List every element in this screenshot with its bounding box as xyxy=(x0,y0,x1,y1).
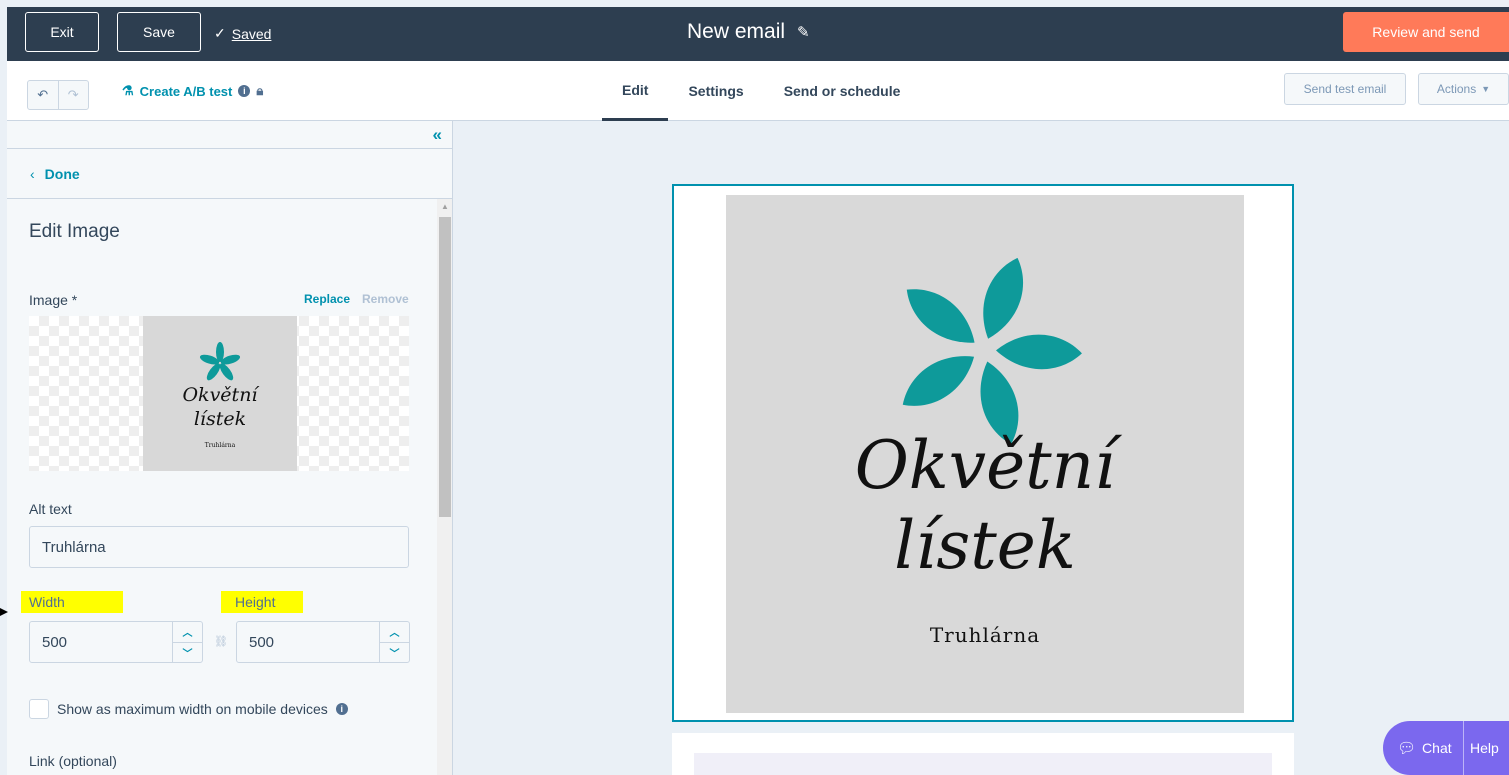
info-icon[interactable]: i xyxy=(238,85,251,97)
pencil-icon[interactable]: ✎ xyxy=(797,23,810,41)
save-button[interactable]: Save xyxy=(117,12,201,52)
caret-down-icon: ▼ xyxy=(1481,84,1491,94)
scrollbar-thumb[interactable] xyxy=(439,217,451,517)
scroll-up-icon[interactable]: ▲ xyxy=(441,202,449,211)
chevron-left-icon: ‹ xyxy=(30,165,35,182)
alt-text-label: Alt text xyxy=(29,501,72,517)
editor-tabs: Edit Settings Send or schedule xyxy=(602,61,920,121)
email-title[interactable]: New email ✎ xyxy=(687,20,810,44)
top-bar: Exit Save ✓ Saved New email ✎ Review and… xyxy=(7,7,1509,61)
height-label: Height xyxy=(221,591,303,613)
tab-send-or-schedule[interactable]: Send or schedule xyxy=(764,61,921,121)
mobile-max-width-checkbox[interactable] xyxy=(29,699,49,719)
send-test-email-button[interactable]: Send test email xyxy=(1284,73,1406,105)
width-increment-icon[interactable]: ︿ xyxy=(173,622,202,642)
width-label: Width xyxy=(21,591,123,613)
thumb-logo-tagline: Truhlárna xyxy=(204,442,236,449)
panel-scrollbar[interactable]: ▲ xyxy=(437,199,452,775)
edit-image-panel: « ‹ Done Edit Image Image * Replace Remo… xyxy=(7,121,453,775)
undo-redo-group: ↶ ↷ xyxy=(27,80,89,110)
remove-link[interactable]: Remove xyxy=(362,292,409,306)
replace-link[interactable]: Replace xyxy=(304,292,350,306)
undo-icon[interactable]: ↶ xyxy=(28,81,58,109)
logo-line1: Okvětní xyxy=(854,427,1116,504)
height-decrement-icon[interactable]: ﹀ xyxy=(380,641,409,663)
tab-edit[interactable]: Edit xyxy=(602,61,669,121)
tab-settings[interactable]: Settings xyxy=(668,61,763,121)
image-preview[interactable]: Okvětní lístek Truhlárna xyxy=(29,316,409,471)
actions-dropdown[interactable]: Actions ▼ xyxy=(1418,73,1509,105)
check-icon: ✓ xyxy=(214,25,226,41)
width-stepper: ︿ ﹀ xyxy=(172,622,202,662)
chat-bubble-icon: 💬︎ xyxy=(1397,740,1417,757)
mobile-max-width-label: Show as maximum width on mobile devices xyxy=(57,701,328,717)
email-title-text: New email xyxy=(687,20,786,43)
saved-status[interactable]: ✓ Saved xyxy=(214,25,271,42)
link-dimensions-icon[interactable]: ⛓ xyxy=(214,635,228,648)
redo-icon[interactable]: ↷ xyxy=(57,81,89,109)
next-email-module[interactable] xyxy=(672,733,1294,775)
height-stepper: ︿ ﹀ xyxy=(379,622,409,662)
thumb-logo-line2: lístek xyxy=(193,408,247,430)
height-value: 500 xyxy=(249,633,275,651)
create-ab-test-link[interactable]: ⚗ Create A/B test i 🔒︎ xyxy=(122,83,263,99)
logo-tagline: Truhlárna xyxy=(929,623,1041,647)
actions-label: Actions xyxy=(1436,82,1477,96)
alt-text-input[interactable]: Truhlárna xyxy=(29,526,409,568)
review-and-send-button[interactable]: Review and send xyxy=(1343,12,1509,52)
height-input[interactable]: 500 ︿ ﹀ xyxy=(236,621,410,663)
done-label: Done xyxy=(44,165,80,182)
editor-toolbar: ↶ ↷ ⚗ Create A/B test i 🔒︎ Edit Settings… xyxy=(7,61,1509,121)
flask-icon: ⚗ xyxy=(122,83,134,98)
done-button[interactable]: ‹ Done xyxy=(7,148,452,199)
help-button[interactable]: Help xyxy=(1463,721,1509,775)
pointer-arrow-icon xyxy=(0,608,8,616)
panel-heading: Edit Image xyxy=(29,221,120,242)
collapse-panel-icon[interactable]: « xyxy=(433,125,442,145)
image-thumbnail: Okvětní lístek Truhlárna xyxy=(143,316,297,471)
chat-widget[interactable]: 💬︎ Chat Help xyxy=(1383,721,1509,775)
chat-button[interactable]: 💬︎ Chat xyxy=(1383,739,1463,757)
next-module-content xyxy=(694,753,1272,775)
ab-test-label: Create A/B test xyxy=(139,83,233,99)
chat-label: Chat xyxy=(1422,740,1452,756)
exit-button[interactable]: Exit xyxy=(25,12,99,52)
selected-image-module[interactable]: Okvětní lístek Truhlárna xyxy=(672,184,1294,722)
thumb-logo-line1: Okvětní xyxy=(182,384,258,406)
panel-content: Edit Image Image * Replace Remove Okvětn… xyxy=(7,199,437,775)
lock-icon: 🔒︎ xyxy=(256,83,264,98)
mobile-max-width-row: Show as maximum width on mobile devices … xyxy=(57,701,348,717)
email-logo-image[interactable]: Okvětní lístek Truhlárna xyxy=(726,195,1244,713)
height-increment-icon[interactable]: ︿ xyxy=(380,622,409,642)
width-input[interactable]: 500 ︿ ﹀ xyxy=(29,621,203,663)
width-decrement-icon[interactable]: ﹀ xyxy=(173,641,202,663)
saved-label: Saved xyxy=(231,25,272,42)
info-icon[interactable]: i xyxy=(335,703,348,715)
width-value: 500 xyxy=(42,633,68,651)
link-label: Link (optional) xyxy=(29,753,117,769)
image-field-label: Image * xyxy=(29,292,78,308)
logo-line2: lístek xyxy=(894,507,1076,584)
